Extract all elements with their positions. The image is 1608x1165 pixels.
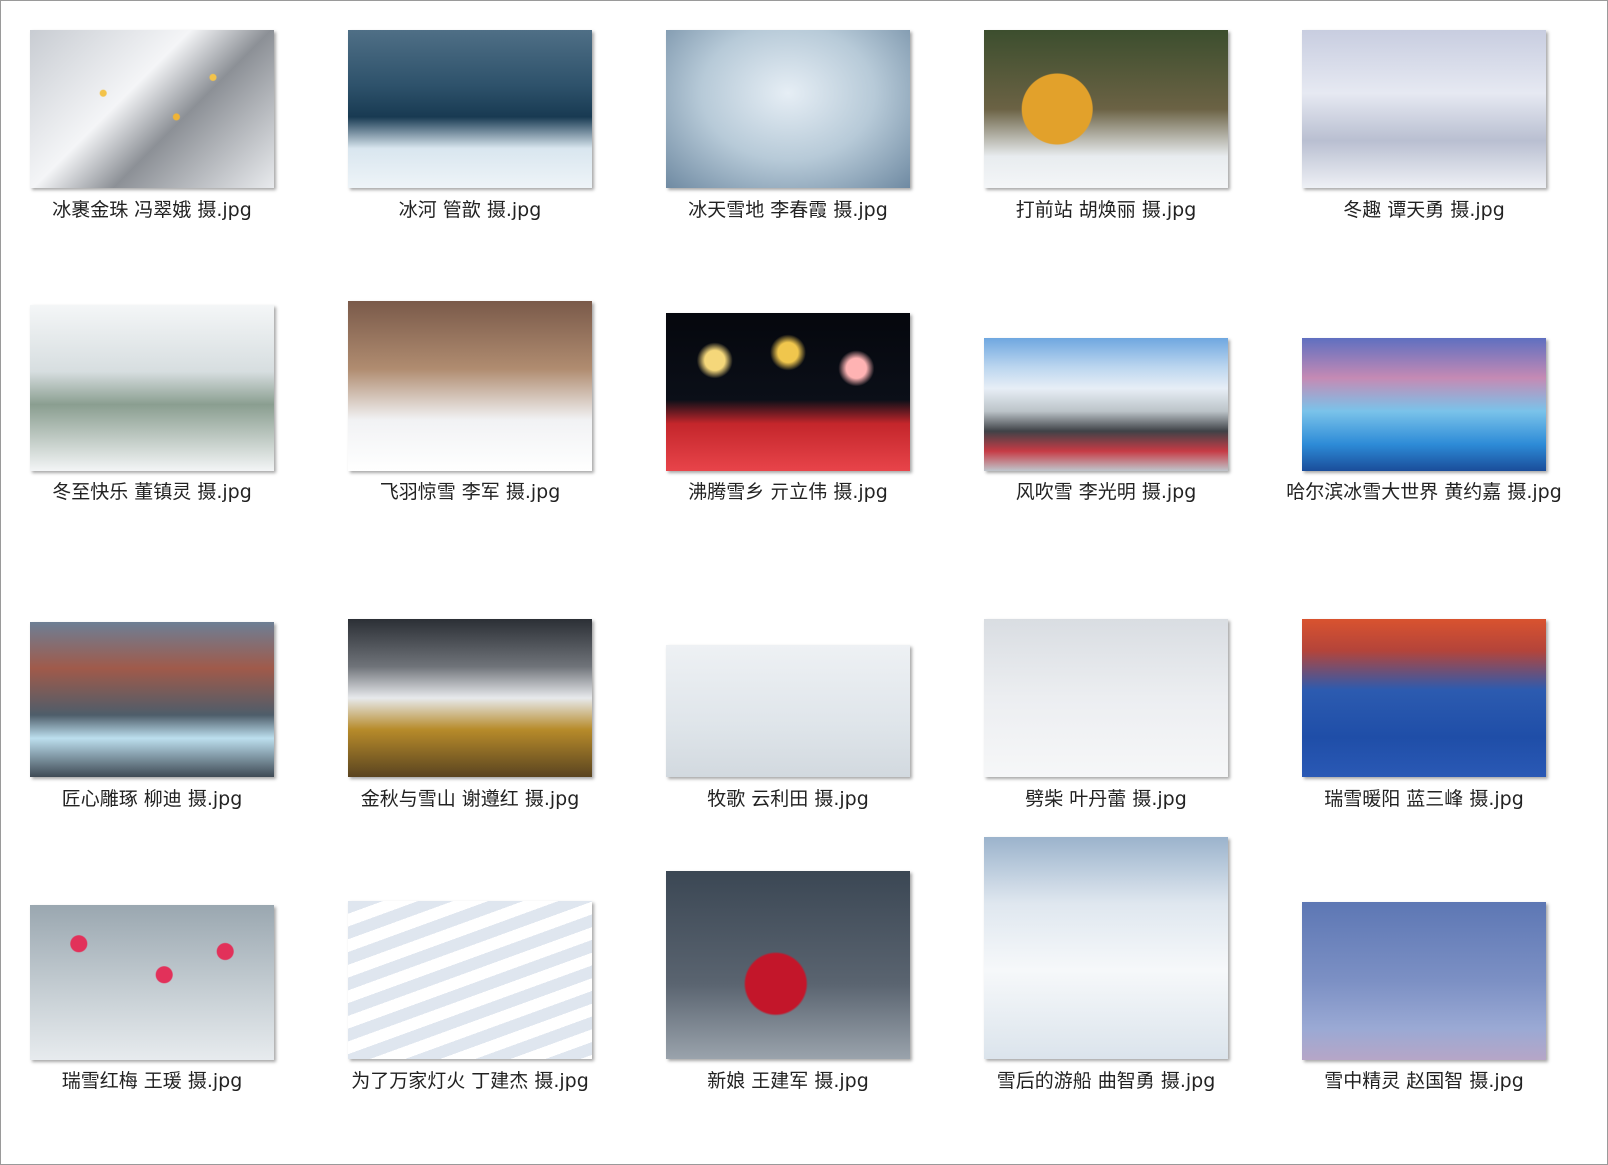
file-name-label[interactable]: 牧歌 云利田 摄.jpg	[648, 787, 928, 811]
image-thumbnail[interactable]	[984, 338, 1228, 471]
file-browser-window: 冰裹金珠 冯翠娥 摄.jpg 冰河 管歆 摄.jpg 冰天雪地 李春霞 摄.jpg 打…	[0, 0, 1608, 1165]
file-name-label[interactable]: 冬至快乐 董镇灵 摄.jpg	[12, 480, 292, 504]
image-thumbnail[interactable]	[1302, 902, 1546, 1060]
file-name-label[interactable]: 风吹雪 李光明 摄.jpg	[966, 480, 1246, 504]
image-thumbnail[interactable]	[30, 305, 274, 471]
image-thumbnail[interactable]	[1302, 338, 1546, 471]
file-name-label[interactable]: 打前站 胡焕丽 摄.jpg	[966, 198, 1246, 222]
file-name-label[interactable]: 为了万家灯火 丁建杰 摄.jpg	[330, 1069, 610, 1093]
image-thumbnail[interactable]	[666, 313, 910, 471]
file-name-label[interactable]: 冰河 管歆 摄.jpg	[330, 198, 610, 222]
image-thumbnail[interactable]	[984, 30, 1228, 188]
image-thumbnail[interactable]	[348, 301, 592, 471]
file-name-label[interactable]: 雪中精灵 赵国智 摄.jpg	[1284, 1069, 1564, 1093]
file-name-label[interactable]: 沸腾雪乡 亓立伟 摄.jpg	[648, 480, 928, 504]
image-thumbnail[interactable]	[1302, 30, 1546, 188]
image-thumbnail[interactable]	[666, 30, 910, 188]
image-thumbnail[interactable]	[348, 619, 592, 777]
image-thumbnail[interactable]	[348, 30, 592, 188]
image-thumbnail[interactable]	[984, 619, 1228, 777]
file-name-label[interactable]: 冰天雪地 李春霞 摄.jpg	[648, 198, 928, 222]
file-name-label[interactable]: 雪后的游船 曲智勇 摄.jpg	[966, 1069, 1246, 1093]
file-name-label[interactable]: 冰裹金珠 冯翠娥 摄.jpg	[12, 198, 292, 222]
file-name-label[interactable]: 飞羽惊雪 李军 摄.jpg	[330, 480, 610, 504]
file-name-label[interactable]: 金秋与雪山 谢遵红 摄.jpg	[330, 787, 610, 811]
image-thumbnail[interactable]	[666, 871, 910, 1059]
file-name-label[interactable]: 劈柴 叶丹蕾 摄.jpg	[966, 787, 1246, 811]
file-name-label[interactable]: 冬趣 谭天勇 摄.jpg	[1284, 198, 1564, 222]
image-thumbnail[interactable]	[984, 837, 1228, 1059]
file-name-label[interactable]: 新娘 王建军 摄.jpg	[648, 1069, 928, 1093]
file-name-label[interactable]: 瑞雪暖阳 蓝三峰 摄.jpg	[1284, 787, 1564, 811]
image-thumbnail[interactable]	[30, 622, 274, 777]
file-name-label[interactable]: 匠心雕琢 柳迪 摄.jpg	[12, 787, 292, 811]
file-name-label[interactable]: 哈尔滨冰雪大世界 黄约嘉 摄.jpg	[1284, 480, 1564, 504]
file-name-label[interactable]: 瑞雪红梅 王瑗 摄.jpg	[12, 1069, 292, 1093]
image-thumbnail[interactable]	[666, 645, 910, 777]
image-thumbnail[interactable]	[1302, 619, 1546, 777]
image-thumbnail[interactable]	[30, 30, 274, 188]
image-thumbnail[interactable]	[348, 901, 592, 1059]
image-thumbnail[interactable]	[30, 905, 274, 1060]
